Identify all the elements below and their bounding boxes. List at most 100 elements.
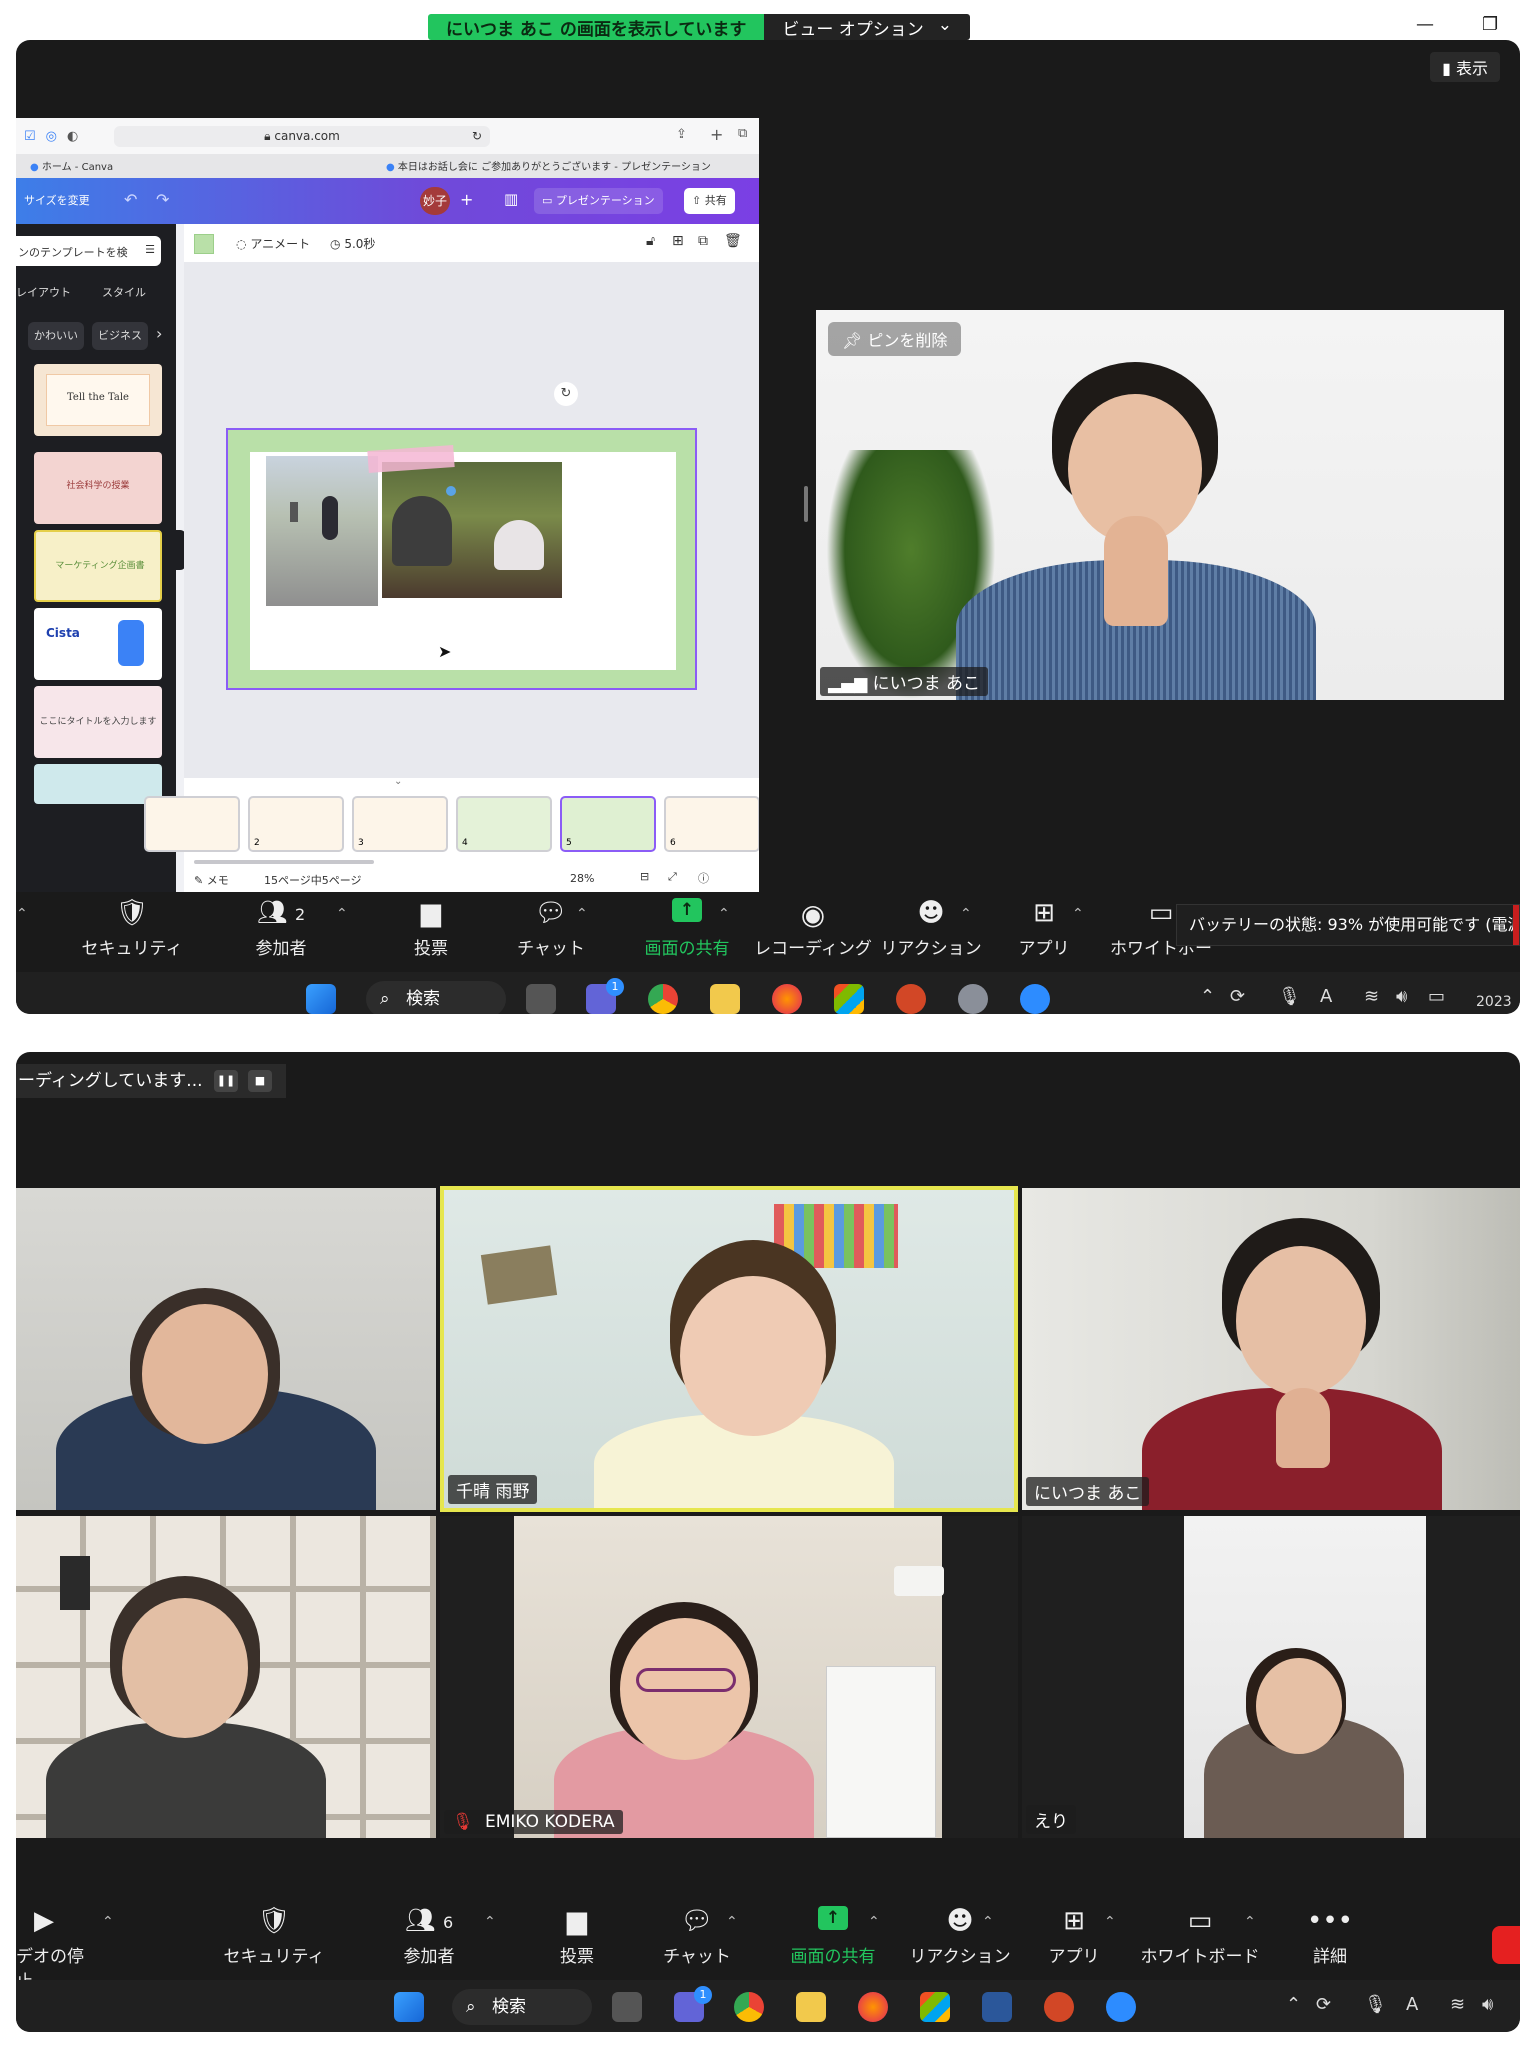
participants-button[interactable]: 👥︎ 2 参加者 [226,898,336,959]
pause-recording-button[interactable]: ❚❚ [214,1070,238,1092]
zoom-app-icon[interactable] [1106,1992,1136,2022]
caret-icon[interactable]: ⌃ [1244,1914,1256,1930]
plus-icon[interactable]: + [710,125,723,144]
participant-tile-active-speaker[interactable]: 千晴 雨野 [440,1186,1018,1512]
polls-button[interactable]: ▆ 投票 [386,898,476,959]
add-collaborator-icon[interactable]: + [460,190,473,209]
apps-button[interactable]: ⊞ アプリ [1006,898,1082,959]
speaker-icon[interactable]: 🔊︎ [1482,1994,1493,2015]
filter-icon[interactable]: ☰ [145,243,155,256]
reload-icon[interactable]: ↻ [472,126,482,147]
fullscreen-icon[interactable]: ⤢ [668,870,677,884]
sync-icon[interactable]: ⟳ [1316,1994,1331,2015]
ime-icon[interactable]: A [1406,1994,1418,2015]
polls-button[interactable]: ▆ 投票 [532,1906,622,1967]
caret-icon[interactable]: ⌃ [718,906,730,922]
template-thumb[interactable]: ここにタイトルを入力します [34,686,162,758]
stop-recording-button[interactable]: ■ [248,1070,272,1092]
insights-icon[interactable]: ▥ [504,190,518,208]
undo-icon[interactable]: ↶ [124,190,137,209]
template-thumb[interactable]: マーケティング企画書 [34,530,162,602]
duration-button[interactable]: ◷ 5.0秒 [330,235,375,252]
present-button[interactable]: ▭ プレゼンテーション [534,188,663,214]
caret-icon[interactable]: ⌃ [1072,906,1084,922]
apps-button[interactable]: ⊞ アプリ [1034,1906,1114,1967]
unpin-button[interactable]: 📌︎ ピンを削除 [828,322,962,356]
windows-start-icon[interactable] [394,1992,424,2022]
caret-icon[interactable]: ⌃ [960,906,972,922]
teams-chat-icon[interactable]: 1 [674,1986,712,2022]
template-thumb[interactable] [34,764,162,804]
windows-start-icon[interactable] [306,984,336,1014]
lock-icon[interactable]: 🔓︎ [646,233,655,249]
caret-icon[interactable]: ⌃ [484,1914,496,1930]
template-thumb[interactable]: Cista [34,608,162,680]
caret-icon[interactable]: ⌃ [576,906,588,922]
security-button[interactable]: 🛡︎ セキュリティ [214,1906,334,1967]
url-bar[interactable]: 🔒︎ canva.com ↻ [114,126,490,147]
leave-button[interactable] [1492,1926,1520,1964]
speaker-icon[interactable]: 🔊︎ [1396,986,1407,1007]
microphone-icon[interactable]: 🎙︎ [1364,1994,1387,2015]
github-icon[interactable]: ◎ [46,129,57,144]
teams-chat-icon[interactable]: 1 [586,978,624,1014]
caret-icon[interactable]: ⌃ [16,906,28,922]
wifi-icon[interactable]: ≋ [1450,1994,1465,2015]
editor-canvas[interactable]: ↻ ➤ [184,262,759,778]
taskbar-search[interactable]: ⌕ 検索 [366,981,506,1014]
help-icon[interactable]: ⓘ [698,870,709,886]
page-thumb[interactable]: 3 [352,796,448,852]
share-icon[interactable]: ⇪ [676,127,687,142]
clock[interactable]: 2023 [1476,994,1512,1010]
slide-page-5[interactable] [226,428,697,690]
share-screen-button[interactable]: ↑ 画面の共有 [622,898,752,959]
add-page-icon[interactable]: ⊞ [672,233,684,249]
firefox-icon[interactable] [772,984,802,1014]
powerpoint-icon[interactable] [1044,1992,1074,2022]
caret-icon[interactable]: ⌃ [726,1914,738,1930]
thumbnail-scrollbar[interactable] [194,860,374,864]
page-thumb[interactable]: 6 [664,796,759,852]
redo-icon[interactable]: ↷ [156,190,169,209]
powerpoint-icon[interactable] [896,984,926,1014]
page-thumb[interactable]: 4 [456,796,552,852]
tab-presentation[interactable]: ● 本日はお話し会に ご参加ありがとうございます - プレゼンテーション [386,158,746,173]
caret-icon[interactable]: ⌃ [336,906,348,922]
minimize-icon[interactable]: — [1416,14,1434,35]
participant-tile[interactable]: えり [1022,1516,1520,1838]
participant-tile[interactable] [16,1516,436,1838]
tab-home-canva[interactable]: ● ホーム - Canva [30,158,300,173]
zoom-app-icon[interactable] [1020,984,1050,1014]
reactions-button[interactable]: ☻ リアクション [900,1906,1020,1967]
splitter-handle[interactable] [804,486,808,522]
participant-tile[interactable]: にいつま あこ [1022,1188,1520,1510]
checkbox-icon[interactable]: ☑ [24,129,36,144]
microphone-icon[interactable]: 🎙︎ [1278,986,1301,1007]
tabs-icon[interactable]: ⧉ [738,126,747,141]
battery-icon[interactable]: ▭ [1428,986,1445,1007]
rotate-icon[interactable]: ↻ [554,382,578,406]
participants-button[interactable]: 👥︎ 6 参加者 [374,1906,484,1967]
chevron-down-icon[interactable]: ⌄ [394,776,402,787]
template-thumb[interactable]: 社会科学の授業 [34,452,162,524]
page-thumb-selected[interactable]: 5 [560,796,656,852]
wifi-icon[interactable]: ≋ [1364,986,1379,1007]
tab-style[interactable]: スタイル [102,284,146,300]
store-icon[interactable] [920,1992,950,2022]
record-button[interactable]: ◉ レコーディング [742,898,884,959]
animate-button[interactable]: ◌ アニメート [236,235,310,252]
word-icon[interactable] [982,1992,1012,2022]
security-button[interactable]: 🛡︎ セキュリティ [72,898,192,959]
grid-view-icon[interactable]: ⊟ [640,870,649,883]
participant-tile[interactable] [16,1188,436,1510]
color-swatch[interactable] [194,234,214,254]
duplicate-icon[interactable]: ⧉ [698,233,708,249]
settings-gear-icon[interactable] [958,984,988,1014]
speaker-video[interactable]: 📌︎ ピンを削除 ▂▄▆ にいつま あこ [816,310,1504,700]
view-options-button[interactable]: ビュー オプション ⌄ [764,14,970,40]
user-avatar[interactable]: 妙子 [420,187,450,215]
chip-cute[interactable]: かわいい [28,322,84,350]
template-thumb[interactable]: Tell the Tale [34,364,162,436]
ime-icon[interactable]: A [1320,986,1332,1007]
chevron-up-icon[interactable]: ⌃ [1200,986,1215,1007]
